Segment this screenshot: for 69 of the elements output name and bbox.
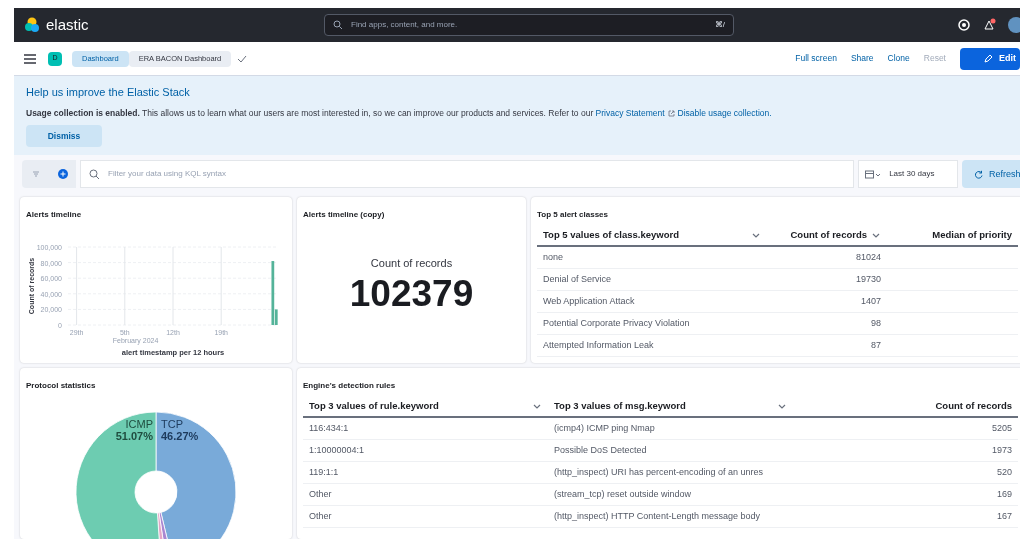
table-cell-text: (http_inspect) URI has percent-encoding of an unres — [554, 466, 764, 479]
table-cell-text: 1:10000004:1 — [309, 444, 365, 457]
calendar-icon — [865, 169, 882, 179]
add-filter-button[interactable] — [49, 160, 76, 189]
logo-text: elastic — [46, 14, 89, 35]
refresh-icon — [974, 169, 984, 179]
notification-icon[interactable] — [982, 18, 996, 32]
table-cell-text: 116:434:1 — [309, 422, 349, 435]
logo-icon — [24, 17, 40, 33]
date-picker[interactable]: Last 30 days — [858, 160, 959, 189]
panel-title: Alerts timeline — [26, 210, 82, 220]
banner-text: Usage collection is enabled. This allows us to learn what our users are most interested in, so we can improve our products and services. Refer to our Privacy Statement Disable usage collection. — [26, 106, 773, 120]
table-cell-text: 5205 — [991, 422, 1012, 435]
table-cell-text: 520 — [996, 466, 1012, 479]
plus-icon — [57, 169, 68, 180]
panel-title: Engine's detection rules — [303, 381, 396, 391]
refresh-button[interactable]: Refresh — [962, 160, 1020, 189]
column-header[interactable]: Top 3 values of msg.keyword — [554, 399, 686, 414]
table-cell-text: Denial of Service — [543, 273, 612, 286]
menu-icon[interactable] — [24, 53, 36, 64]
metric-label: Count of records — [370, 255, 453, 271]
column-header[interactable]: Count of records — [935, 399, 1012, 414]
header-link[interactable]: Clone — [887, 52, 910, 65]
column-header[interactable]: Median of priority — [932, 228, 1012, 243]
table-cell-text: 119:1:1 — [309, 466, 339, 479]
external-link-icon — [667, 109, 675, 117]
slice-label: ICMP 51.07% — [115, 418, 153, 443]
search-icon — [333, 20, 343, 30]
search-field[interactable]: Find apps, content, and more. ⌘/ — [324, 14, 734, 36]
table-cell-text: 167 — [996, 510, 1012, 523]
table-cell-text: 1407 — [860, 295, 881, 308]
table-cell-text: 81024 — [855, 251, 881, 264]
column-header[interactable]: Top 5 values of class.keyword — [543, 228, 680, 243]
table-cell-text: Possible DoS Detected — [554, 444, 647, 457]
table-cell-text: Attempted Information Leak — [543, 339, 654, 352]
table-cell-text: 1973 — [991, 444, 1012, 457]
table-cell-text: (stream_tcp) reset outside window — [554, 488, 692, 501]
search-icon — [89, 168, 100, 180]
dismiss-button[interactable]: Dismiss — [26, 125, 102, 148]
pencil-icon — [984, 54, 993, 63]
edit-button[interactable]: Edit — [960, 47, 1020, 70]
banner-title: Help us improve the Elastic Stack — [26, 85, 191, 100]
table-cell-text: none — [543, 251, 564, 264]
shortcut-key: ⌘/ — [714, 19, 725, 31]
privacy-link[interactable]: Privacy Statement — [595, 107, 665, 118]
table-cell-text: 169 — [996, 488, 1012, 501]
panel-title: Top 5 alert classes — [537, 210, 608, 220]
panel-title: Alerts timeline (copy) — [303, 210, 385, 220]
slice-label: TCP 46.27% — [161, 418, 199, 443]
user-avatar[interactable] — [1008, 17, 1020, 33]
table-cell-text: 98 — [871, 317, 881, 330]
disable-link[interactable]: Disable usage collection. — [677, 107, 772, 118]
panel-title: Protocol statistics — [26, 381, 96, 391]
header-link[interactable]: Full screen — [795, 52, 837, 65]
table-cell-text: 19730 — [855, 273, 881, 286]
filter-icon — [31, 170, 40, 179]
check-icon — [237, 53, 248, 64]
table-cell-text: Other — [309, 488, 332, 501]
table-cell-text: Web Application Attack — [543, 295, 635, 308]
column-header[interactable]: Count of records — [790, 228, 867, 243]
table-cell-text: (icmp4) ICMP ping Nmap — [554, 422, 655, 435]
help-icon[interactable] — [958, 19, 970, 31]
table-cell-text: Other — [309, 510, 332, 523]
column-header[interactable]: Top 3 values of rule.keyword — [309, 399, 439, 414]
table-cell-text: 87 — [871, 339, 881, 352]
header-link[interactable]: Share — [850, 52, 874, 65]
metric-value: 102379 — [349, 272, 474, 317]
table-cell-text: (http_inspect) HTTP Content-Length message body — [554, 510, 760, 523]
table-cell-text: Potential Corporate Privacy Violation — [543, 317, 690, 330]
